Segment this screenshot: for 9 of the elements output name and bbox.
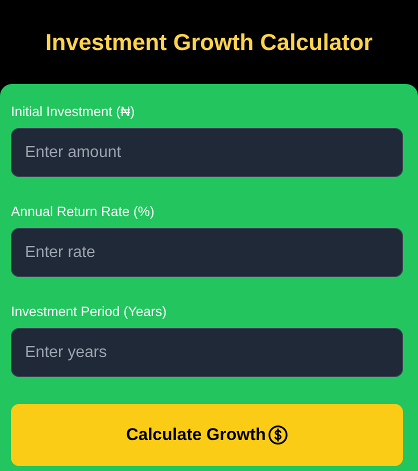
input-field[interactable]: Enter amount: [11, 128, 403, 177]
page-title: Investment Growth Calculator: [45, 28, 373, 56]
field-label: Initial Investment (₦): [11, 104, 136, 119]
input-field[interactable]: Enter rate: [11, 228, 403, 277]
calculate-button[interactable]: Calculate Growth: [11, 404, 403, 466]
field-label: Investment Period (Years): [11, 304, 168, 319]
input-field[interactable]: Enter years: [11, 328, 403, 377]
field-label: Annual Return Rate (%): [11, 204, 156, 219]
dollar-icon: [268, 425, 288, 445]
